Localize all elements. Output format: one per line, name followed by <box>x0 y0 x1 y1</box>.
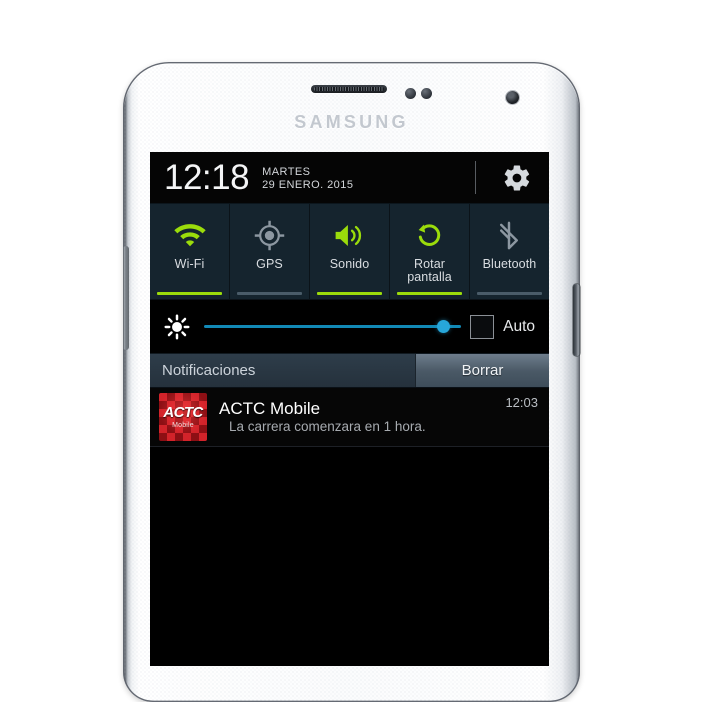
brand-logo: SAMSUNG <box>294 112 409 132</box>
toggle-state-bar-rotate <box>397 292 462 295</box>
brightness-track <box>204 325 462 328</box>
bluetooth-icon <box>494 215 525 255</box>
auto-brightness-checkbox[interactable] <box>470 314 495 339</box>
empty-notification-area <box>150 447 549 632</box>
volume-rocker[interactable] <box>123 246 129 350</box>
actc-mobile-app-icon: ACTC Mobile <box>159 393 207 441</box>
toggle-bluetooth[interactable]: Bluetooth <box>470 204 549 299</box>
app-icon-text: ACTC <box>163 404 203 421</box>
phone-screen: 12:18 MARTES 29 ENERO. 2015 Wi-Fi GPS So… <box>150 152 549 666</box>
toggle-state-bar-sound <box>317 292 382 295</box>
light-sensor <box>421 88 432 99</box>
earpiece-speaker <box>311 85 387 93</box>
toggle-label-wifi: Wi-Fi <box>174 257 205 271</box>
screenshot-stage: SAMSUNG 12:18 MARTES 29 ENERO. 2015 Wi-F… <box>0 0 703 702</box>
brightness-knob[interactable] <box>436 320 450 333</box>
toggle-state-bar-gps <box>237 292 302 295</box>
app-icon-subtext: Mobile <box>172 422 194 429</box>
notifications-title: Notificaciones <box>162 362 256 379</box>
toggle-rotate-screen[interactable]: Rotar pantalla <box>390 204 470 299</box>
wifi-icon <box>173 215 207 255</box>
toggle-label-rotate: Rotar pantalla <box>407 257 452 285</box>
toggle-label-gps: GPS <box>256 257 283 271</box>
clear-notifications-button[interactable]: Borrar <box>415 354 549 387</box>
proximity-sensor <box>405 88 416 99</box>
quick-settings-row: Wi-Fi GPS Sonido Rotar pantalla Bluetoot… <box>150 203 549 299</box>
notification-app-name: ACTC Mobile <box>219 398 321 418</box>
header-divider <box>475 161 476 194</box>
power-button[interactable] <box>573 284 580 356</box>
toggle-sound[interactable]: Sonido <box>310 204 390 299</box>
brightness-icon <box>164 313 190 340</box>
notification-item[interactable]: ACTC Mobile ACTC Mobile La carrera comen… <box>150 388 549 447</box>
toggle-state-bar-bluetooth <box>477 292 542 295</box>
notification-message: La carrera comenzara en 1 hora. <box>229 419 426 435</box>
notifications-header: Notificaciones Borrar <box>150 353 549 388</box>
auto-brightness-label: Auto <box>503 317 535 335</box>
brightness-row: Auto <box>150 299 549 353</box>
rotate-label-line2: pantalla <box>407 270 452 285</box>
toggle-wifi[interactable]: Wi-Fi <box>150 204 230 299</box>
brightness-slider[interactable] <box>204 317 462 337</box>
rotate-label-line1: Rotar <box>413 257 446 271</box>
rotate-icon <box>414 215 445 255</box>
toggle-state-bar-wifi <box>157 292 222 295</box>
clock-time: 12:18 <box>164 158 250 197</box>
gps-icon <box>254 215 285 255</box>
toggle-gps[interactable]: GPS <box>230 204 310 299</box>
weekday-label: MARTES <box>262 165 311 178</box>
toggle-label-sound: Sonido <box>329 257 370 271</box>
front-camera <box>506 91 519 104</box>
status-bar: 12:18 MARTES 29 ENERO. 2015 <box>150 152 549 203</box>
date-label: 29 ENERO. 2015 <box>262 178 354 191</box>
notification-text-block: ACTC Mobile La carrera comenzara en 1 ho… <box>219 399 505 436</box>
sound-icon <box>333 215 367 255</box>
gear-icon[interactable] <box>502 163 532 193</box>
date-block: MARTES 29 ENERO. 2015 <box>262 164 353 191</box>
notification-time: 12:03 <box>505 395 538 410</box>
toggle-label-bluetooth: Bluetooth <box>482 257 537 271</box>
